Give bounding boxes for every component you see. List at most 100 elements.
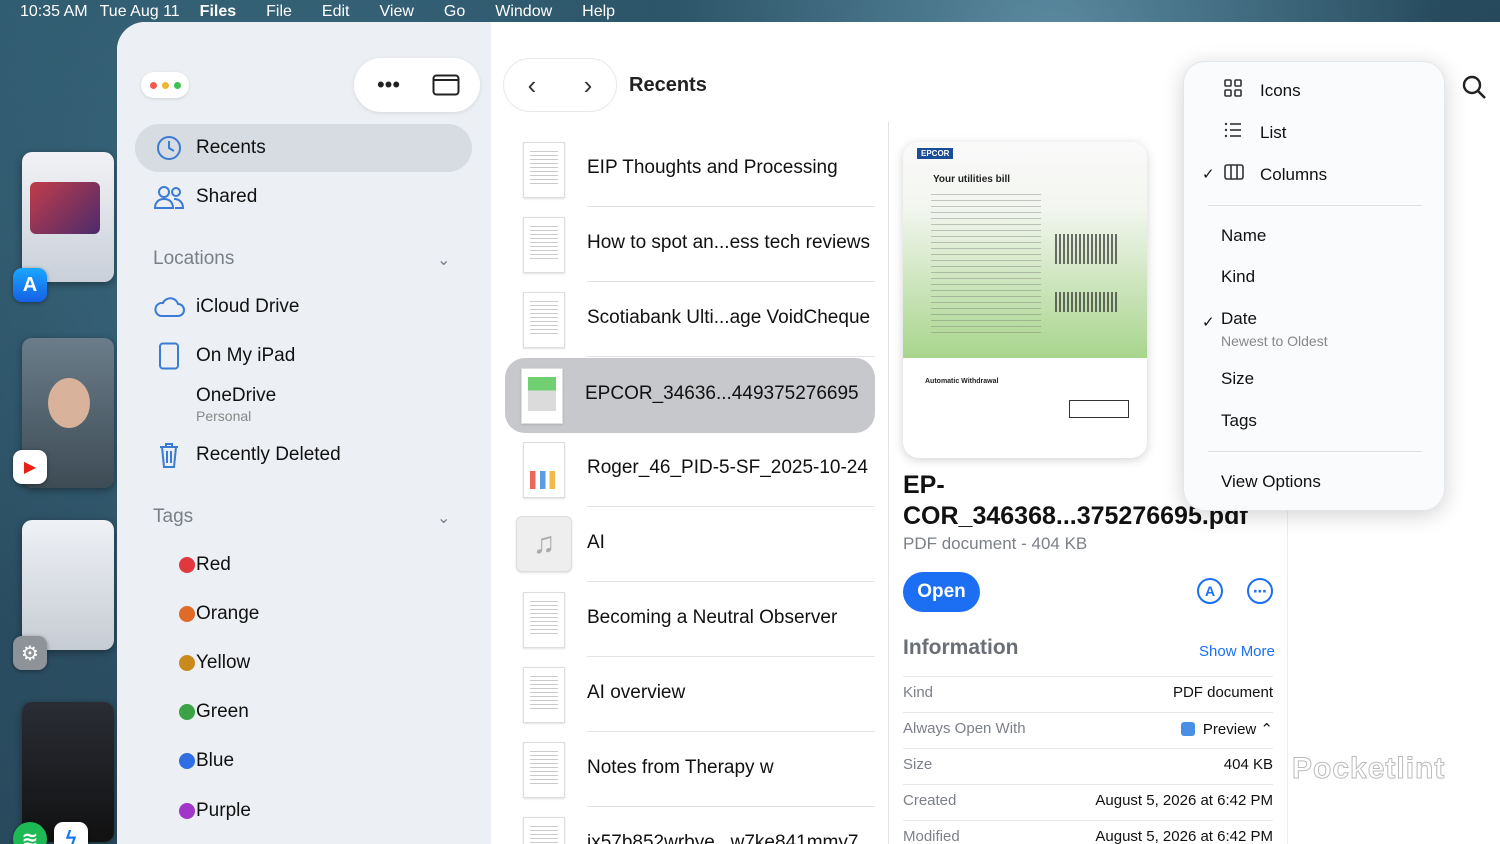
file-name: Notes from Therapy w	[587, 757, 774, 778]
sidebar-item-tag-blue[interactable]: Blue	[135, 737, 472, 785]
sidebar-item-onedrive[interactable]: OneDrive Personal	[135, 372, 472, 428]
sidebar-item-tag-yellow[interactable]: Yellow	[135, 639, 472, 687]
search-icon[interactable]	[1451, 64, 1497, 110]
bill-usage-chart	[1055, 292, 1117, 312]
menu-item-label: Date	[1221, 309, 1257, 328]
menu-file[interactable]: File	[266, 3, 292, 21]
chevron-down-icon[interactable]: ⌄	[437, 508, 450, 528]
menu-item-sort-size[interactable]: Size	[1184, 361, 1446, 397]
document-thumbnail	[523, 142, 565, 198]
file-row[interactable]: Roger_46_PID-5-SF_2025-10-24	[507, 432, 875, 507]
open-with-selector[interactable]: Preview ⌃	[1180, 720, 1273, 738]
sidebar-item-recently-deleted[interactable]: Recently Deleted	[135, 431, 472, 479]
minimize-window-dot[interactable]	[161, 81, 169, 89]
file-name: EPCOR_34636...449375276695	[585, 383, 859, 404]
menu-item-icons[interactable]: Icons	[1184, 73, 1446, 109]
document-thumbnail	[523, 442, 565, 498]
document-thumbnail	[521, 368, 563, 424]
info-value: PDF document	[1172, 684, 1273, 701]
menu-go[interactable]: Go	[444, 3, 465, 21]
messenger-icon[interactable]: ϟ	[54, 822, 88, 844]
file-row[interactable]: ix57b852wrbye...w7ke841mmy7	[507, 807, 875, 844]
menu-help[interactable]: Help	[582, 3, 615, 21]
menu-item-list[interactable]: List	[1184, 115, 1446, 151]
row-separator	[903, 748, 1273, 749]
row-separator	[903, 712, 1273, 713]
date: Tue Aug 11	[99, 3, 180, 20]
menu-view[interactable]: View	[380, 3, 414, 21]
menu-edit[interactable]: Edit	[322, 3, 350, 21]
sidebar-item-label: Recently Deleted	[196, 444, 341, 465]
info-row-created: Created August 5, 2026 at 6:42 PM	[903, 784, 1273, 820]
withdrawal-title: Automatic Withdrawal	[925, 378, 999, 385]
file-row[interactable]: How to spot an...ess tech reviews	[507, 207, 875, 282]
back-chevron-icon[interactable]: ‹	[528, 70, 537, 101]
tags-header[interactable]: Tags	[153, 506, 193, 528]
sidebar-item-label: Yellow	[196, 652, 251, 673]
menu-item-label: Name	[1221, 226, 1267, 245]
sidebar-item-tag-purple[interactable]: Purple	[135, 787, 472, 835]
youtube-icon[interactable]: ▶	[13, 450, 47, 484]
yellow-tag-dot	[179, 655, 195, 671]
menu-item-sort-kind[interactable]: Kind	[1184, 259, 1446, 295]
close-window-dot[interactable]	[149, 81, 157, 89]
info-row-kind: Kind PDF document	[903, 676, 1273, 712]
stage-window-settings[interactable]	[22, 520, 114, 650]
sidebar-item-icloud-drive[interactable]: iCloud Drive	[135, 283, 472, 331]
ipad-icon	[153, 340, 185, 372]
info-value: Preview ⌃	[1202, 721, 1273, 738]
markup-icon[interactable]: A	[1197, 578, 1223, 604]
file-row[interactable]: Becoming a Neutral Observer	[507, 582, 875, 657]
stage-window-app-store[interactable]	[22, 152, 114, 282]
cloud-icon	[153, 291, 185, 323]
more-options-icon[interactable]: ⋯	[1247, 578, 1273, 604]
info-value: August 5, 2026 at 6:42 PM	[1095, 792, 1273, 809]
menu-item-view-options[interactable]: View Options	[1184, 464, 1446, 500]
settings-icon[interactable]: ⚙	[13, 636, 47, 670]
menu-item-columns[interactable]: ✓ Columns	[1184, 157, 1446, 193]
file-name: AI	[587, 532, 605, 553]
menu-item-sort-name[interactable]: Name	[1184, 218, 1446, 254]
row-separator	[903, 820, 1273, 821]
menu-item-sort-tags[interactable]: Tags	[1184, 403, 1446, 439]
menu-window[interactable]: Window	[495, 3, 552, 21]
sidebar-toggle-icon[interactable]	[424, 65, 468, 105]
file-row[interactable]: EIP Thoughts and Processing	[507, 132, 875, 207]
maximize-window-dot[interactable]	[173, 81, 181, 89]
clock-icon	[153, 132, 185, 164]
sidebar-item-tag-green[interactable]: Green	[135, 688, 472, 736]
more-icon[interactable]: •••	[367, 65, 411, 105]
list-icon	[1224, 121, 1242, 144]
information-heading: Information	[903, 636, 1019, 659]
sidebar-item-recents[interactable]: Recents	[135, 124, 472, 172]
sidebar-item-tag-red[interactable]: Red	[135, 541, 472, 589]
app-store-icon[interactable]: A	[13, 268, 47, 302]
file-row[interactable]: AI overview	[507, 657, 875, 732]
menu-item-label: Columns	[1260, 165, 1328, 184]
show-more-link[interactable]: Show More	[1199, 643, 1275, 660]
document-thumbnail	[523, 817, 565, 844]
menu-separator	[1208, 451, 1422, 452]
info-key: Size	[903, 756, 933, 773]
row-separator	[587, 356, 875, 357]
menu-item-sort-date[interactable]: ✓ Date Newest to Oldest	[1184, 301, 1446, 349]
sidebar-item-tag-orange[interactable]: Orange	[135, 590, 472, 638]
blue-tag-dot	[179, 753, 195, 769]
window-controls[interactable]	[141, 72, 189, 98]
sidebar-item-shared[interactable]: Shared	[135, 173, 472, 221]
file-row[interactable]: Notes from Therapy w	[507, 732, 875, 807]
app-menu[interactable]: Files	[200, 3, 236, 21]
forward-chevron-icon[interactable]: ›	[584, 70, 593, 101]
file-row-selected[interactable]: EPCOR_34636...449375276695	[505, 358, 875, 433]
open-button[interactable]: Open	[903, 572, 980, 612]
menu-item-label: Icons	[1260, 81, 1301, 100]
file-row[interactable]: Scotiabank Ulti...age VoidCheque	[507, 282, 875, 357]
locations-header[interactable]: Locations	[153, 248, 234, 270]
stage-window-spotify[interactable]	[22, 702, 114, 842]
menu-item-label: List	[1260, 123, 1287, 142]
file-row[interactable]: ♫ AI	[507, 507, 875, 582]
pdf-preview-thumbnail[interactable]: EPCOR Your utilities bill Automatic With…	[903, 142, 1147, 458]
chevron-down-icon[interactable]: ⌄	[437, 250, 450, 270]
bill-heading: Your utilities bill	[933, 174, 1011, 185]
sidebar-item-label: Purple	[196, 800, 251, 821]
